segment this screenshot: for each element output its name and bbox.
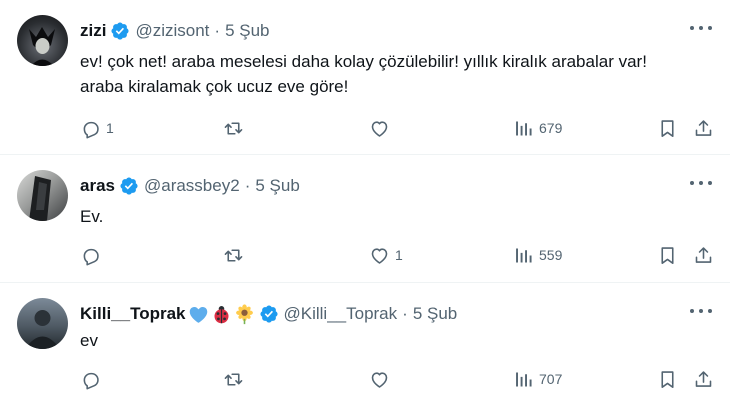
avatar[interactable] — [17, 15, 68, 66]
retweet-icon — [223, 245, 244, 266]
reply-button[interactable] — [80, 241, 106, 269]
display-name[interactable]: Killi__Toprak — [80, 304, 186, 324]
avatar-image — [29, 176, 51, 221]
timestamp[interactable]: 5 Şub — [255, 176, 299, 196]
avatar-image — [29, 27, 55, 66]
tweet-aras[interactable]: aras @arassbey2 · 5 Şub Ev. 1 559 — [0, 155, 730, 283]
retweet-icon — [223, 369, 244, 390]
like-button[interactable] — [369, 114, 395, 142]
view-count: 679 — [539, 120, 563, 136]
tweet-text-line: araba kiralamak çok ucuz eve göre! — [80, 77, 349, 96]
retweet-button[interactable] — [223, 365, 249, 393]
avatar[interactable] — [17, 298, 68, 349]
reply-icon — [80, 369, 101, 390]
bookmark-icon — [657, 369, 678, 390]
like-count: 1 — [395, 247, 403, 263]
more-icon[interactable] — [690, 307, 712, 315]
user-handle[interactable]: @Killi__Toprak — [284, 304, 398, 324]
blue-heart-icon — [189, 306, 207, 323]
reply-count: 1 — [106, 120, 114, 136]
tweet-header: zizi @zizisont · 5 Şub — [80, 18, 270, 44]
like-button[interactable] — [369, 365, 395, 393]
views-icon — [513, 118, 534, 139]
retweet-button[interactable] — [223, 241, 249, 269]
timestamp[interactable]: 5 Şub — [413, 304, 457, 324]
reply-icon — [80, 118, 101, 139]
tweet-text-line: ev! çok net! araba meselesi daha kolay ç… — [80, 52, 647, 71]
bookmark-button[interactable] — [657, 114, 678, 142]
verified-badge-icon — [110, 21, 130, 41]
avatar[interactable] — [17, 170, 68, 221]
reply-button[interactable] — [80, 365, 106, 393]
sunflower-icon — [235, 303, 253, 324]
verified-badge-icon — [259, 304, 279, 324]
like-icon — [369, 369, 390, 390]
user-handle[interactable]: @zizisont — [135, 21, 209, 41]
action-bar: 1 559 — [80, 241, 720, 269]
separator: · — [402, 304, 408, 323]
tweet-text: ev! çok net! araba meselesi daha kolay ç… — [80, 49, 720, 99]
action-bar: 1 679 — [80, 114, 720, 142]
like-button[interactable]: 1 — [369, 241, 403, 269]
reply-icon — [80, 245, 101, 266]
tweet-header: Killi__Toprak @Killi__Toprak · 5 Şub — [80, 301, 457, 327]
retweet-icon — [223, 118, 244, 139]
timestamp[interactable]: 5 Şub — [225, 21, 269, 41]
tweet-text-line: Ev. — [80, 207, 104, 226]
tweet-text: Ev. — [80, 204, 103, 229]
avatar-image — [25, 310, 60, 349]
view-count: 707 — [539, 371, 563, 387]
share-icon — [693, 118, 714, 139]
share-icon — [693, 369, 714, 390]
more-icon[interactable] — [690, 179, 712, 187]
views-icon — [513, 369, 534, 390]
verified-badge-icon — [119, 176, 139, 196]
views-icon — [513, 245, 534, 266]
ladybug-icon — [214, 305, 228, 323]
tweet-killi-toprak[interactable]: Killi__Toprak @Killi__Toprak · 5 Şub ev … — [0, 283, 730, 420]
share-button[interactable] — [693, 241, 714, 269]
tweet-text: ev — [80, 328, 98, 353]
separator: · — [244, 176, 251, 195]
like-icon — [369, 245, 390, 266]
like-icon — [369, 118, 390, 139]
bookmark-icon — [657, 245, 678, 266]
action-bar: 707 — [80, 365, 720, 393]
views-button[interactable]: 679 — [513, 114, 562, 142]
display-name[interactable]: aras — [80, 176, 115, 196]
reply-button[interactable]: 1 — [80, 114, 114, 142]
bookmark-button[interactable] — [657, 241, 678, 269]
views-button[interactable]: 559 — [513, 241, 562, 269]
share-icon — [693, 245, 714, 266]
display-name[interactable]: zizi — [80, 21, 106, 41]
bookmark-button[interactable] — [657, 365, 678, 393]
tweet-header: aras @arassbey2 · 5 Şub — [80, 173, 300, 199]
share-button[interactable] — [693, 365, 714, 393]
more-icon[interactable] — [690, 24, 712, 32]
retweet-button[interactable] — [223, 114, 249, 142]
views-button[interactable]: 707 — [513, 365, 562, 393]
user-handle[interactable]: @arassbey2 — [144, 176, 240, 196]
tweet-zizi[interactable]: zizi @zizisont · 5 Şub ev! çok net! arab… — [0, 0, 730, 155]
tweet-text-line: ev — [80, 331, 98, 350]
share-button[interactable] — [693, 114, 714, 142]
bookmark-icon — [657, 118, 678, 139]
view-count: 559 — [539, 247, 563, 263]
separator: · — [214, 21, 221, 40]
